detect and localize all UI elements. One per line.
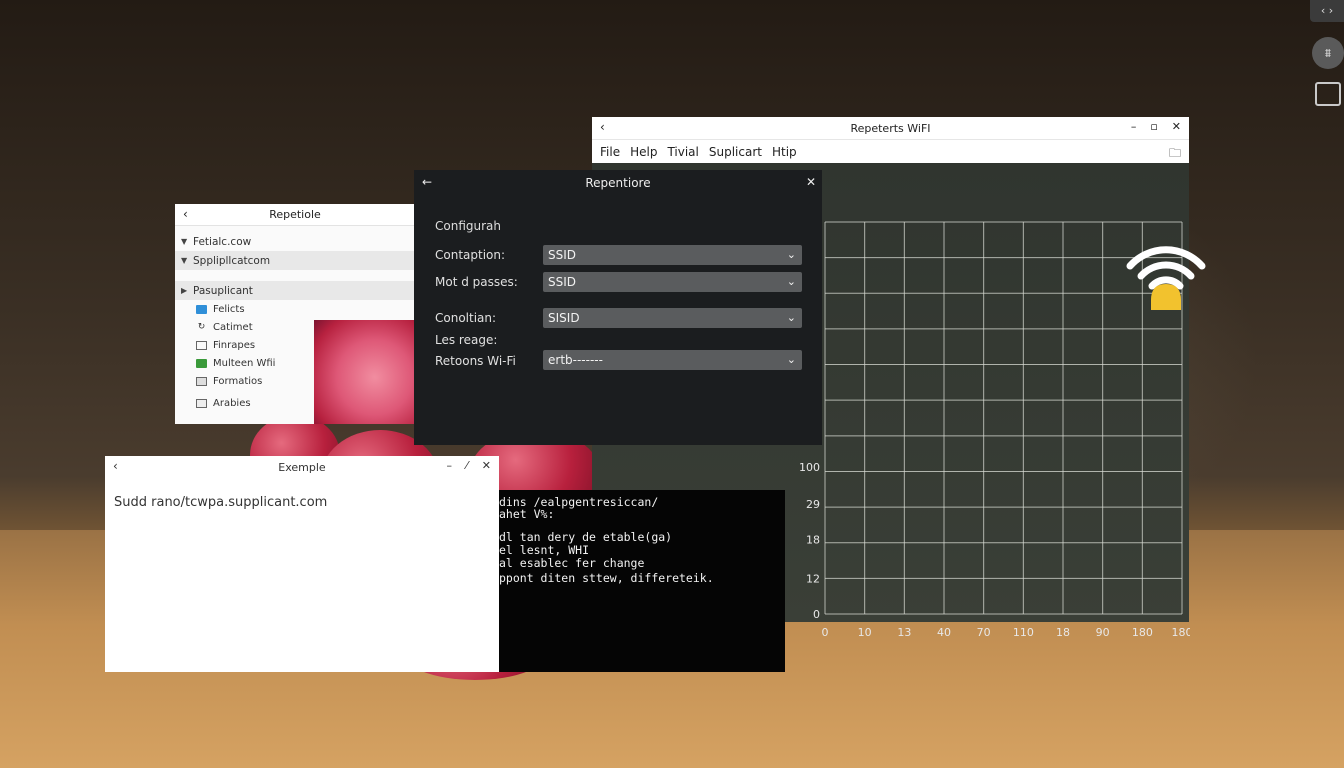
menu-htip[interactable]: Htip: [772, 145, 797, 159]
example-window-title: Exemple: [278, 460, 326, 474]
chevron-right-icon: ▶: [181, 286, 188, 295]
field-label: Les reage:: [435, 333, 498, 347]
x-tick-label: 180: [1172, 626, 1191, 639]
close-icon[interactable]: ✕: [806, 175, 816, 189]
terminal-line: ppont diten sttew, differeteik.: [499, 571, 714, 585]
menu-tivial[interactable]: Tivial: [667, 145, 698, 159]
example-window: ‹ Exemple – ⁄ ✕ Sudd rano/tcwpa.supplica…: [105, 456, 499, 672]
terminal-line: ahet V%:: [499, 507, 555, 521]
menu-help[interactable]: Help: [630, 145, 657, 159]
document-icon: [196, 376, 207, 386]
tree-item-label: Fetialc.cow: [193, 235, 252, 248]
chevron-down-icon: ⌄: [786, 311, 796, 324]
back-icon[interactable]: ←: [422, 175, 432, 189]
preview-image: [314, 320, 415, 424]
wifi-window-titlebar: ‹ Repeterts WiFI – ▫ ✕: [592, 117, 1189, 139]
file-icon: [196, 340, 207, 350]
field-label: Mot d passes:: [435, 275, 518, 289]
y-tick-label: 29: [806, 498, 820, 511]
select-value: ertb-------: [548, 353, 603, 367]
terminal-line: el lesnt, WHI: [499, 543, 590, 557]
x-tick-label: 180: [1132, 626, 1153, 639]
x-tick-label: 13: [897, 626, 911, 639]
minimize-icon[interactable]: –: [1131, 120, 1137, 133]
collapse-toggle-button[interactable]: ‹ ›: [1310, 0, 1344, 22]
dialog-title: Repentiore: [585, 176, 651, 190]
x-tick-label: 10: [858, 626, 872, 639]
terminal-window[interactable]: dins /ealpgentresiccan/ ahet V%: dl tan …: [499, 490, 785, 672]
config-dialog: ← Repentiore ✕ Configurah Contaption: SS…: [414, 170, 822, 445]
x-tick-label: 90: [1096, 626, 1110, 639]
chevron-down-icon: ▼: [181, 256, 188, 265]
list-item-label: Catimet: [213, 321, 253, 333]
x-tick-label: 70: [977, 626, 991, 639]
menu-bar: File Help Tivial Suplicart Htip 🗀: [592, 139, 1189, 163]
chevron-down-icon: ▼: [181, 237, 188, 246]
tree-item-label: Pasuplicant: [193, 284, 253, 297]
y-tick-label: 100: [799, 461, 820, 474]
menu-file[interactable]: File: [600, 145, 620, 159]
wifi-lock-icon: [1126, 246, 1206, 310]
folder-icon: [196, 358, 207, 368]
tree-item[interactable]: ▼ Spplipllcatcom: [175, 251, 415, 270]
password-select[interactable]: SSID ⌄: [543, 272, 802, 292]
terminal-line: al esablec fer change: [499, 556, 645, 570]
dialog-heading: Configurah: [435, 219, 501, 233]
tree-item-label: Spplipllcatcom: [193, 254, 271, 267]
list-item-label: Formatios: [213, 375, 263, 387]
menu-suplicart[interactable]: Suplicart: [709, 145, 762, 159]
chevron-down-icon: ⌄: [786, 353, 796, 366]
list-item-label: Arabies: [213, 397, 251, 409]
tree-item[interactable]: ▶ Pasuplicant: [175, 281, 415, 300]
wifi-network-select[interactable]: ertb------- ⌄: [543, 350, 802, 370]
close-icon[interactable]: ✕: [482, 459, 491, 472]
select-value: SISID: [548, 311, 580, 325]
field-label: Retoons Wi-Fi: [435, 354, 516, 368]
contaption-select[interactable]: SSID ⌄: [543, 245, 802, 265]
terminal-line: dl tan dery de etable(ga): [499, 530, 673, 544]
back-icon[interactable]: ‹: [600, 120, 605, 134]
folder-icon[interactable]: 🗀: [1169, 144, 1181, 165]
close-icon[interactable]: ✕: [1172, 120, 1181, 133]
x-tick-label: 110: [1013, 626, 1034, 639]
x-tick-label: 18: [1056, 626, 1070, 639]
select-value: SSID: [548, 248, 577, 262]
connection-select[interactable]: SISID ⌄: [543, 308, 802, 328]
x-tick-label: 40: [937, 626, 951, 639]
field-label: Conoltian:: [435, 311, 497, 325]
window-controls: – ⁄ ✕: [446, 459, 491, 472]
maximize-icon[interactable]: ⁄: [466, 459, 468, 472]
y-tick-label: 0: [813, 608, 820, 621]
file-window-title: Repetiole: [269, 208, 321, 221]
folder-icon[interactable]: [1315, 82, 1341, 106]
tree-item[interactable]: ▼ Fetialc.cow: [175, 232, 415, 251]
back-icon[interactable]: ‹: [183, 207, 188, 221]
minimize-icon[interactable]: –: [446, 459, 452, 472]
refresh-icon: ↻: [197, 321, 206, 332]
chevron-down-icon: ⌄: [786, 248, 796, 261]
chevron-down-icon: ⌄: [786, 275, 796, 288]
dialog-titlebar: ← Repentiore ✕: [414, 170, 822, 196]
field-label: Contaption:: [435, 248, 506, 262]
list-item-label: Felicts: [213, 303, 245, 315]
list-item[interactable]: Felicts: [175, 300, 415, 318]
maximize-icon[interactable]: ▫: [1150, 120, 1157, 133]
back-icon[interactable]: ‹: [113, 459, 118, 473]
window-controls: – ▫ ✕: [1131, 120, 1181, 133]
file-window-titlebar: ‹ Repetiole: [175, 204, 415, 226]
list-item-label: Finrapes: [213, 339, 256, 351]
table-icon: [196, 398, 207, 408]
y-tick-label: 12: [806, 573, 820, 586]
sliders-icon[interactable]: ⩩: [1312, 37, 1344, 69]
select-value: SSID: [548, 275, 577, 289]
list-item-label: Multeen Wfii: [213, 357, 276, 369]
wifi-window-title: Repeterts WiFI: [850, 121, 931, 135]
y-tick-label: 18: [806, 534, 820, 547]
example-window-titlebar: ‹ Exemple – ⁄ ✕: [105, 456, 499, 478]
file-manager-window: ‹ Repetiole ▼ Fetialc.cow ▼ Spplipllcatc…: [175, 204, 415, 424]
example-text[interactable]: Sudd rano/tcwpa.supplicant.com: [114, 495, 327, 510]
folder-icon: [196, 304, 207, 314]
x-tick-label: 0: [822, 626, 829, 639]
